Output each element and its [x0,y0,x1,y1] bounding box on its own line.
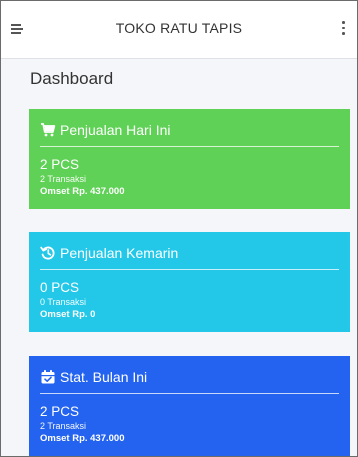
card-penjualan-hari-ini[interactable]: Penjualan Hari Ini 2 PCS 2 Transaksi Oms… [29,109,350,209]
card-header: Penjualan Kemarin [40,232,339,270]
card-omset: Omset Rp. 437.000 [40,186,125,197]
card-omset: Omset Rp. 437.000 [40,433,125,444]
app-title: TOKO RATU TAPIS [115,20,243,36]
card-transactions: 2 Transaksi [40,421,87,431]
card-title: Stat. Bulan Ini [60,368,148,385]
cart-icon [40,122,56,138]
card-header: Penjualan Hari Ini [40,109,339,147]
card-transactions: 0 Transaksi [40,297,87,307]
calendar-icon [40,369,56,385]
card-penjualan-kemarin[interactable]: Penjualan Kemarin 0 PCS 0 Transaksi Omse… [29,232,350,332]
card-stat-bulan-ini[interactable]: Stat. Bulan Ini 2 PCS 2 Transaksi Omset … [29,356,350,456]
card-omset: Omset Rp. 0 [40,309,96,320]
card-qty: 2 PCS [40,404,80,419]
card-qty: 0 PCS [40,280,80,295]
card-title: Penjualan Kemarin [60,244,179,261]
card-transactions: 2 Transaksi [40,174,87,184]
card-header: Stat. Bulan Ini [40,356,339,394]
page-title: Dashboard [30,69,114,88]
card-title: Penjualan Hari Ini [60,121,171,138]
card-qty: 2 PCS [40,157,80,172]
top-app-bar: TOKO RATU TAPIS [1,1,357,59]
history-icon [40,245,56,261]
app-frame: TOKO RATU TAPIS Dashboard Penjualan Hari… [0,0,358,457]
more-options-icon[interactable] [341,20,345,36]
